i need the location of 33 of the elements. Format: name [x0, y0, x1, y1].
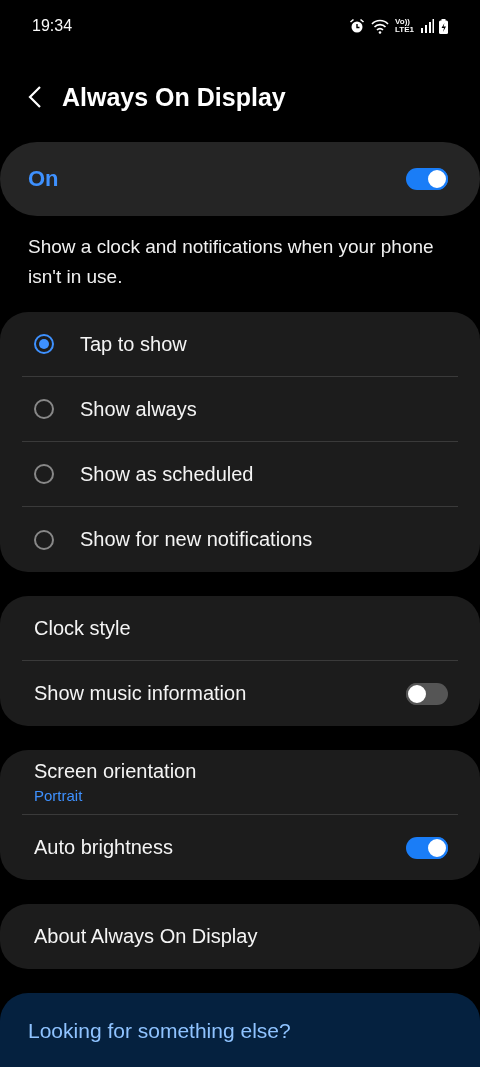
- master-switch-bar[interactable]: On: [0, 142, 480, 216]
- settings-row[interactable]: Show as scheduled: [22, 442, 458, 507]
- alarm-icon: [349, 18, 366, 34]
- signal-icon: [420, 19, 434, 33]
- settings-row[interactable]: Show music information: [22, 661, 458, 726]
- settings-row[interactable]: Auto brightness: [22, 815, 458, 880]
- radio-button[interactable]: [34, 529, 54, 550]
- row-summary: Portrait: [34, 787, 84, 804]
- row-title: Clock style: [34, 616, 131, 640]
- radio-button[interactable]: [34, 399, 54, 419]
- radio-button[interactable]: [34, 464, 54, 484]
- back-button[interactable]: [28, 85, 42, 109]
- toggle-switch[interactable]: [406, 682, 448, 705]
- settings-row[interactable]: Show for new notifications: [22, 507, 458, 572]
- status-time: 19:34: [32, 17, 73, 35]
- back-icon: [28, 85, 42, 109]
- description-text: Show a clock and notifications when your phone isn't in use.: [28, 235, 435, 289]
- row-title: About Always On Display: [34, 925, 258, 948]
- radio-button[interactable]: [34, 334, 54, 354]
- settings-row[interactable]: About Always On Display: [22, 904, 458, 969]
- suggestion-title: Looking for something else?: [28, 1019, 291, 1042]
- settings-row[interactable]: Tap to show: [22, 312, 458, 377]
- toggle-switch[interactable]: [406, 836, 448, 859]
- wifi-icon: [371, 18, 390, 34]
- settings-row[interactable]: Show always: [22, 377, 458, 442]
- battery-icon: [439, 18, 448, 34]
- settings-row[interactable]: Clock style: [22, 596, 458, 661]
- row-title: Screen orientation: [34, 760, 197, 783]
- settings-row[interactable]: Screen orientation Portrait: [22, 750, 458, 815]
- toggle-switch[interactable]: [406, 168, 448, 190]
- network-label: LTE1: [395, 26, 414, 34]
- page-title: Always On Display: [62, 82, 286, 112]
- network-label: Vo)): [395, 18, 410, 26]
